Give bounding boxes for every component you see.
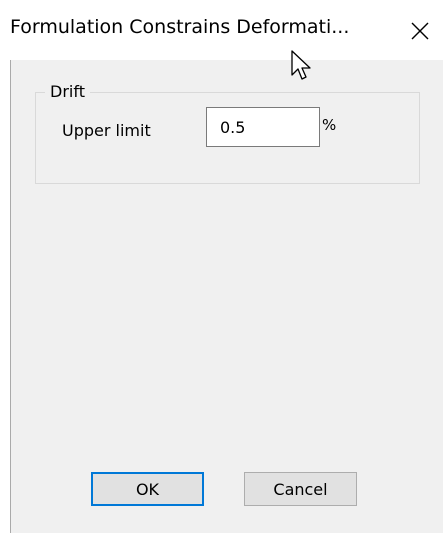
drift-group-legend: Drift	[45, 82, 90, 101]
title-bar[interactable]: Formulation Constrains Deformati...	[0, 0, 443, 60]
percent-unit-label: %	[322, 116, 337, 134]
window-title: Formulation Constrains Deformati...	[10, 16, 350, 38]
upper-limit-label: Upper limit	[62, 121, 151, 140]
cancel-button[interactable]: Cancel	[244, 472, 357, 506]
upper-limit-input[interactable]	[206, 107, 320, 147]
dialog-client-area: Drift Upper limit % OK Cancel	[10, 60, 443, 533]
close-button[interactable]	[397, 8, 443, 54]
ok-button[interactable]: OK	[91, 472, 204, 506]
close-icon	[411, 22, 429, 40]
